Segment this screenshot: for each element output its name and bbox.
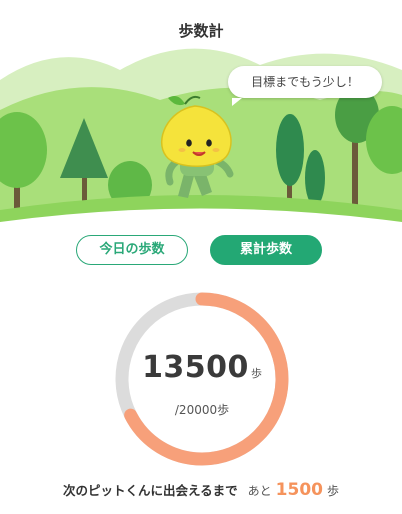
step-count-unit: 歩 xyxy=(250,367,262,380)
speech-bubble: 目標までもう少し！ xyxy=(228,66,382,106)
step-count: 13500 歩 xyxy=(106,350,298,385)
tab-today-steps[interactable]: 今日の歩数 xyxy=(76,235,188,265)
tab-total-steps[interactable]: 累計歩数 xyxy=(210,235,322,265)
remaining-steps-message: 次のピットくんに出会えるまで あと 1500 歩 xyxy=(0,480,402,500)
remaining-steps-unit: 歩 xyxy=(326,484,339,498)
remaining-message-text: 次のピットくんに出会えるまで xyxy=(63,483,238,498)
remaining-steps-value: 1500 xyxy=(275,480,323,500)
step-count-value: 13500 xyxy=(142,350,249,385)
tab-today-steps-label: 今日の歩数 xyxy=(99,242,165,257)
step-goal: /20000歩 xyxy=(174,403,230,417)
speech-bubble-text: 目標までもう少し！ xyxy=(251,75,359,89)
page-title: 歩数計 xyxy=(178,22,224,40)
tab-total-steps-label: 累計歩数 xyxy=(239,242,292,257)
remaining-prefix: あと xyxy=(247,484,272,498)
